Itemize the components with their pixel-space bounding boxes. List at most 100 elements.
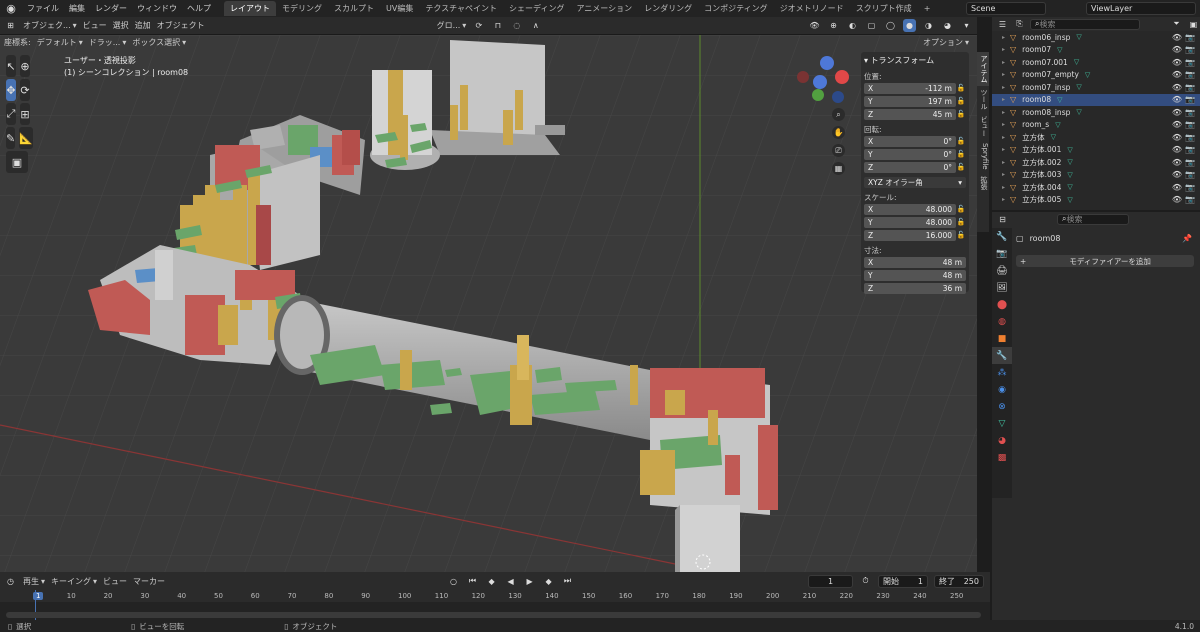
eye-icon[interactable]: 👁 [1172, 145, 1182, 154]
menu-edit[interactable]: 編集 [64, 3, 90, 14]
mode-selector[interactable]: オブジェク... ▾ [23, 20, 77, 31]
camera-icon[interactable]: 📷 [1185, 133, 1195, 142]
tab-rendering[interactable]: レンダリング [638, 1, 698, 16]
measure-tool-icon[interactable]: 📐 [19, 127, 33, 149]
render-tab-icon[interactable]: 📷 [992, 245, 1012, 262]
select-menu[interactable]: 選択 [113, 20, 129, 31]
eye-icon[interactable]: 👁 [1172, 158, 1182, 167]
outliner-row[interactable]: ▸ ▽ room08 ▽ 👁 📷 [992, 93, 1200, 106]
lock-icon[interactable]: 🔓 [956, 137, 966, 145]
scale-tool-icon[interactable]: ⤢ [6, 103, 16, 125]
outliner-row[interactable]: ▸ ▽ room07_empty ▽ 👁 📷 [992, 69, 1200, 82]
add-workspace-button[interactable]: + [918, 1, 937, 16]
expand-arrow-icon[interactable]: ▸ [1002, 59, 1005, 66]
expand-arrow-icon[interactable]: ▸ [1002, 134, 1005, 141]
location-z-field[interactable]: Z 45 m [864, 108, 956, 120]
wireframe-shading-icon[interactable]: ◯ [884, 19, 897, 32]
tab-sculpt[interactable]: スカルプト [328, 1, 380, 16]
expand-arrow-icon[interactable]: ▸ [1002, 184, 1005, 191]
texture-tab-icon[interactable]: ▩ [992, 449, 1012, 466]
expand-arrow-icon[interactable]: ▸ [1002, 34, 1005, 41]
overlay-icon[interactable]: ◐ [846, 19, 859, 32]
keying-menu[interactable]: キーイング ▾ [51, 576, 97, 587]
tab-texture-paint[interactable]: テクスチャペイント [419, 1, 503, 16]
select-box-selector[interactable]: ボックス選択 ▾ [132, 37, 186, 48]
view-menu[interactable]: ビュー [83, 20, 107, 31]
tab-view[interactable]: ビュー [977, 113, 989, 140]
eye-icon[interactable]: 👁 [1172, 95, 1182, 104]
camera-icon[interactable]: 📷 [1185, 158, 1195, 167]
outliner-row[interactable]: ▸ ▽ room08_insp ▽ 👁 📷 [992, 106, 1200, 119]
xray-icon[interactable]: ▢ [865, 19, 878, 32]
scene-selector[interactable]: Scene [966, 2, 1046, 15]
transform-tool-icon[interactable]: ⊞ [20, 103, 30, 125]
snap-icon[interactable]: ⊓ [491, 19, 504, 32]
tab-modeling[interactable]: モデリング [276, 1, 328, 16]
scale-y-field[interactable]: Y 48.000 [864, 216, 956, 228]
rotate-tool-icon[interactable]: ⟳ [20, 79, 30, 101]
filter-icon[interactable]: ⏷ [1170, 18, 1183, 31]
expand-arrow-icon[interactable]: ▸ [1002, 84, 1005, 91]
stopwatch-icon[interactable]: ⏱ [859, 575, 872, 588]
tab-layout[interactable]: レイアウト [224, 1, 276, 16]
expand-arrow-icon[interactable]: ▸ [1002, 96, 1005, 103]
object-menu[interactable]: オブジェクト [157, 20, 205, 31]
falloff-icon[interactable]: ∧ [529, 19, 542, 32]
object-tab-icon[interactable]: ■ [992, 330, 1012, 347]
move-tool-icon[interactable]: ✥ [6, 79, 16, 101]
clock-icon[interactable]: ◷ [4, 575, 17, 588]
lock-icon[interactable]: 🔓 [956, 218, 966, 226]
outliner-row[interactable]: ▸ ▽ 立方体.005 ▽ 👁 📷 [992, 194, 1200, 207]
expand-arrow-icon[interactable]: ▸ [1002, 196, 1005, 203]
timeline-area[interactable]: 1 10 20 30 40 50 60 70 80 90 100 110 120 130 140 150 160… [0, 590, 990, 620]
tab-compositing[interactable]: コンポジティング [698, 1, 774, 16]
menu-help[interactable]: ヘルプ [182, 3, 216, 14]
current-frame-field[interactable]: 1 [808, 574, 853, 588]
lock-icon[interactable]: 🔓 [956, 110, 966, 118]
menu-window[interactable]: ウィンドウ [132, 3, 182, 14]
tab-geometry-nodes[interactable]: ジオメトリノード [774, 1, 850, 16]
lock-icon[interactable]: 🔓 [956, 231, 966, 239]
pivot-icon[interactable]: ⟳ [472, 19, 485, 32]
camera-icon[interactable]: 📷 [1185, 95, 1195, 104]
timeline-scrollbar[interactable] [6, 612, 981, 618]
camera-icon[interactable]: 📷 [1185, 183, 1195, 192]
tab-scripting[interactable]: スクリプト作成 [850, 1, 918, 16]
outliner-row[interactable]: ▸ ▽ 立方体.002 ▽ 👁 📷 [992, 156, 1200, 169]
camera-icon[interactable]: 📷 [1185, 70, 1195, 79]
marker-menu[interactable]: マーカー [133, 576, 165, 587]
next-key-icon[interactable]: ◆ [542, 575, 555, 588]
camera-icon[interactable]: 📷 [1185, 195, 1195, 204]
eye-icon[interactable]: 👁 [1172, 170, 1182, 179]
expand-arrow-icon[interactable]: ▸ [1002, 71, 1005, 78]
timeline-view-menu[interactable]: ビュー [103, 576, 127, 587]
tool-tab-icon[interactable]: 🔧 [992, 228, 1012, 245]
scale-z-field[interactable]: Z 16.000 [864, 229, 956, 241]
lock-icon[interactable]: 🔓 [956, 84, 966, 92]
lock-icon[interactable]: 🔓 [956, 97, 966, 105]
properties-search-input[interactable]: ⌕ 検索 [1057, 213, 1129, 225]
orientation-selector[interactable]: グロ... ▾ [437, 20, 467, 31]
eye-icon[interactable]: 👁 [1172, 183, 1182, 192]
outliner-row[interactable]: ▸ ▽ room07_insp ▽ 👁 📷 [992, 81, 1200, 94]
frame-ruler[interactable]: 1 10 20 30 40 50 60 70 80 90 100 110 120 130 140 150 160… [0, 590, 990, 602]
outliner-row[interactable]: ▸ ▽ room07 ▽ 👁 📷 [992, 44, 1200, 57]
cursor-tool-icon[interactable]: ⊕ [20, 55, 30, 77]
rotation-y-field[interactable]: Y 0° [864, 148, 956, 160]
tab-spryfile[interactable]: Spryfile [977, 140, 989, 173]
eye-icon[interactable]: 👁 [1172, 133, 1182, 142]
dims-y-field[interactable]: Y 48 m [864, 269, 966, 281]
shading-options-icon[interactable]: ▾ [960, 19, 973, 32]
rotation-mode-dropdown[interactable]: XYZ オイラー角 ▾ [864, 176, 966, 188]
pan-hand-icon[interactable]: ✋ [832, 126, 845, 139]
material-tab-icon[interactable]: ◕ [992, 432, 1012, 449]
camera-icon[interactable]: 📷 [1185, 108, 1195, 117]
constraints-tab-icon[interactable]: ⊗ [992, 398, 1012, 415]
playback-menu[interactable]: 再生 ▾ [23, 576, 45, 587]
tab-uv[interactable]: UV編集 [380, 1, 419, 16]
prev-key-icon[interactable]: ◆ [485, 575, 498, 588]
eye-icon[interactable]: 👁 [1172, 195, 1182, 204]
play-reverse-icon[interactable]: ◀ [504, 575, 517, 588]
outliner-row[interactable]: ▸ ▽ 立方体.003 ▽ 👁 📷 [992, 169, 1200, 182]
location-y-field[interactable]: Y 197 m [864, 95, 956, 107]
